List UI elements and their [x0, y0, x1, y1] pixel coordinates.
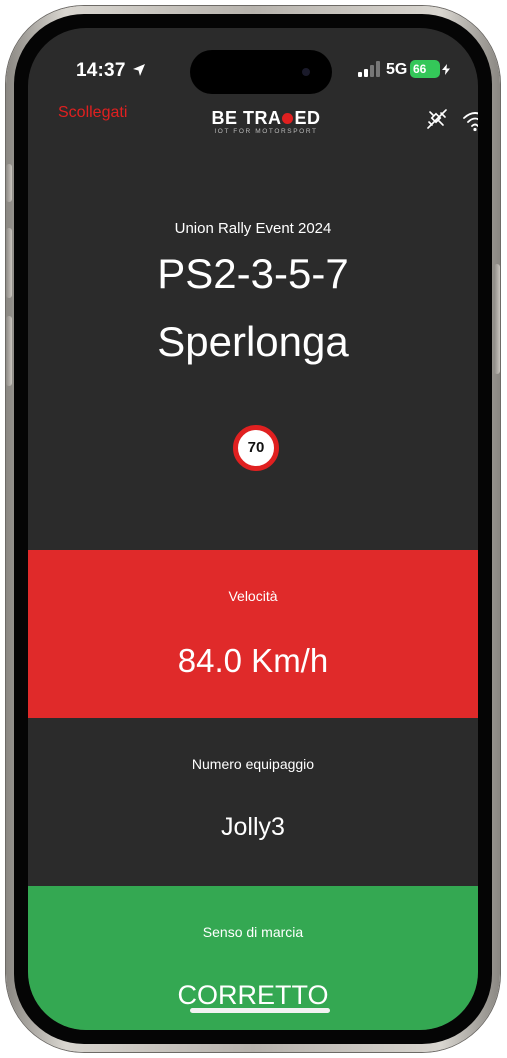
speed-panel: Velocità 84.0 Km/h [28, 550, 478, 718]
satellite-off-icon [427, 109, 447, 129]
crew-value: Jolly3 [221, 813, 285, 841]
speed-value: 84.0 Km/h [177, 642, 329, 679]
status-bar: 14:37 5G 66 [28, 28, 478, 94]
network-type: 5G [386, 61, 408, 78]
be-traced-logo: BE TRA ED IOT FOR MOTORSPORT [206, 108, 326, 152]
direction-value: CORRETTO [177, 980, 329, 1010]
direction-label: Senso di marcia [202, 924, 304, 940]
home-indicator[interactable] [190, 1008, 330, 1013]
battery-indicator: 66 [410, 60, 440, 78]
stage-name: Sperlonga [157, 318, 349, 365]
speed-limit-value: 70 [247, 439, 265, 456]
dynamic-island [190, 50, 332, 94]
speed-label: Velocità [228, 588, 278, 604]
action-button [6, 164, 12, 202]
phone-frame: 14:37 5G 66 Scollegati BE TRA ED IOT FOR… [6, 6, 500, 1052]
disconnect-button[interactable]: Scollegati [58, 104, 127, 122]
app-screen: 14:37 5G 66 Scollegati BE TRA ED IOT FOR… [28, 28, 478, 1030]
battery-level: 66 [413, 62, 427, 76]
logo-red-dot [282, 113, 294, 124]
event-name: Union Rally Event 2024 [174, 220, 332, 237]
location-arrow-icon [133, 64, 145, 76]
logo-wordmark: BE TRA ED [211, 108, 321, 128]
charging-bolt-icon [442, 64, 450, 75]
camera-dot [302, 68, 310, 76]
power-button [494, 264, 500, 374]
phone-bezel: 14:37 5G 66 Scollegati BE TRA ED IOT FOR… [14, 14, 492, 1044]
volume-up-button [6, 228, 12, 298]
status-time: 14:37 [76, 60, 126, 81]
stage-code: PS2-3-5-7 [157, 250, 349, 297]
crew-label: Numero equipaggio [191, 756, 315, 772]
speed-limit-sign: 70 [233, 425, 279, 471]
header-status-icons [426, 108, 478, 132]
cellular-signal-icon [358, 61, 380, 77]
volume-down-button [6, 316, 12, 386]
wifi-icon [463, 112, 478, 132]
crew-panel: Numero equipaggio Jolly3 [28, 718, 478, 886]
logo-tagline: IOT FOR MOTORSPORT [214, 128, 318, 135]
